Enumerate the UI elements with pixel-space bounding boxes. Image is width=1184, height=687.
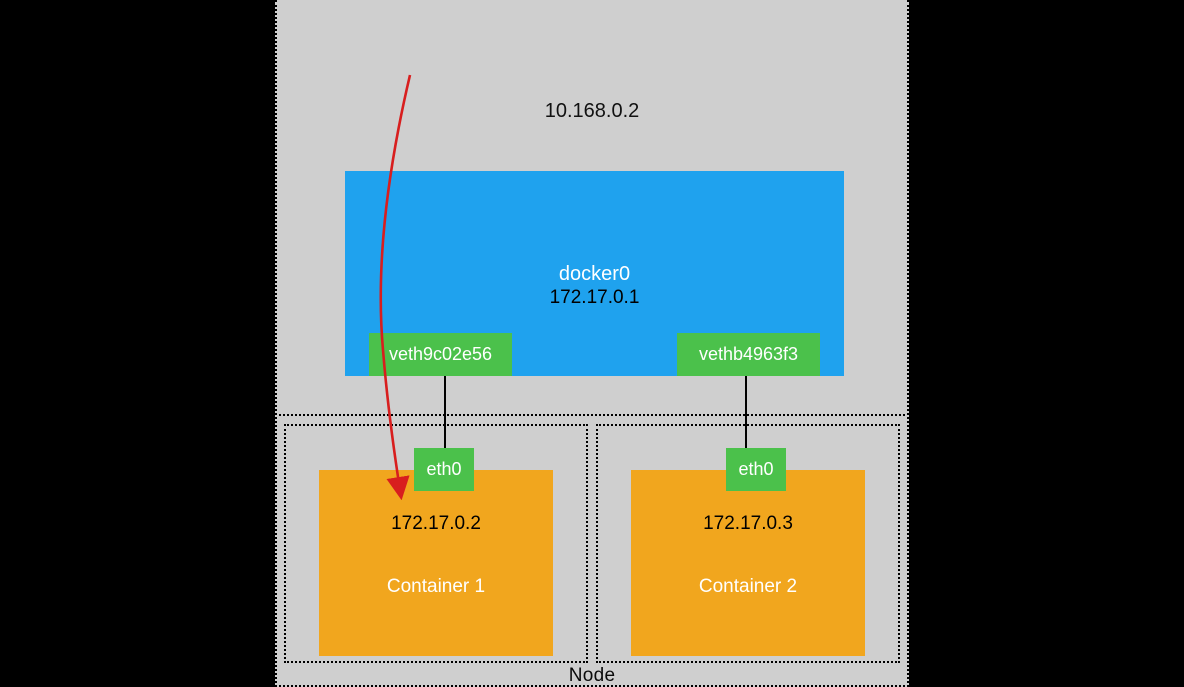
node-label: Node [277,665,907,687]
container2-ip: 172.17.0.3 [631,513,865,535]
host-ip-label: 10.168.0.2 [277,100,907,123]
diagram-stage: 10.168.0.2 docker0 172.17.0.1 veth9c02e5… [275,0,909,687]
docker-bridge: docker0 172.17.0.1 veth9c02e56 vethb4963… [345,171,844,376]
veth-left: veth9c02e56 [369,333,512,376]
container2-label: Container 2 [631,576,865,598]
bridge-name: docker0 [345,263,844,286]
container2-eth0: eth0 [726,448,786,491]
namespace-divider [279,414,905,416]
container1-label: Container 1 [319,576,553,598]
veth-right: vethb4963f3 [677,333,820,376]
bridge-ip: 172.17.0.1 [345,287,844,309]
container-2: eth0 172.17.0.3 Container 2 [631,470,865,656]
container-1: eth0 172.17.0.2 Container 1 [319,470,553,656]
container1-ip: 172.17.0.2 [319,513,553,535]
node-box: 10.168.0.2 docker0 172.17.0.1 veth9c02e5… [275,0,909,687]
container1-eth0: eth0 [414,448,474,491]
